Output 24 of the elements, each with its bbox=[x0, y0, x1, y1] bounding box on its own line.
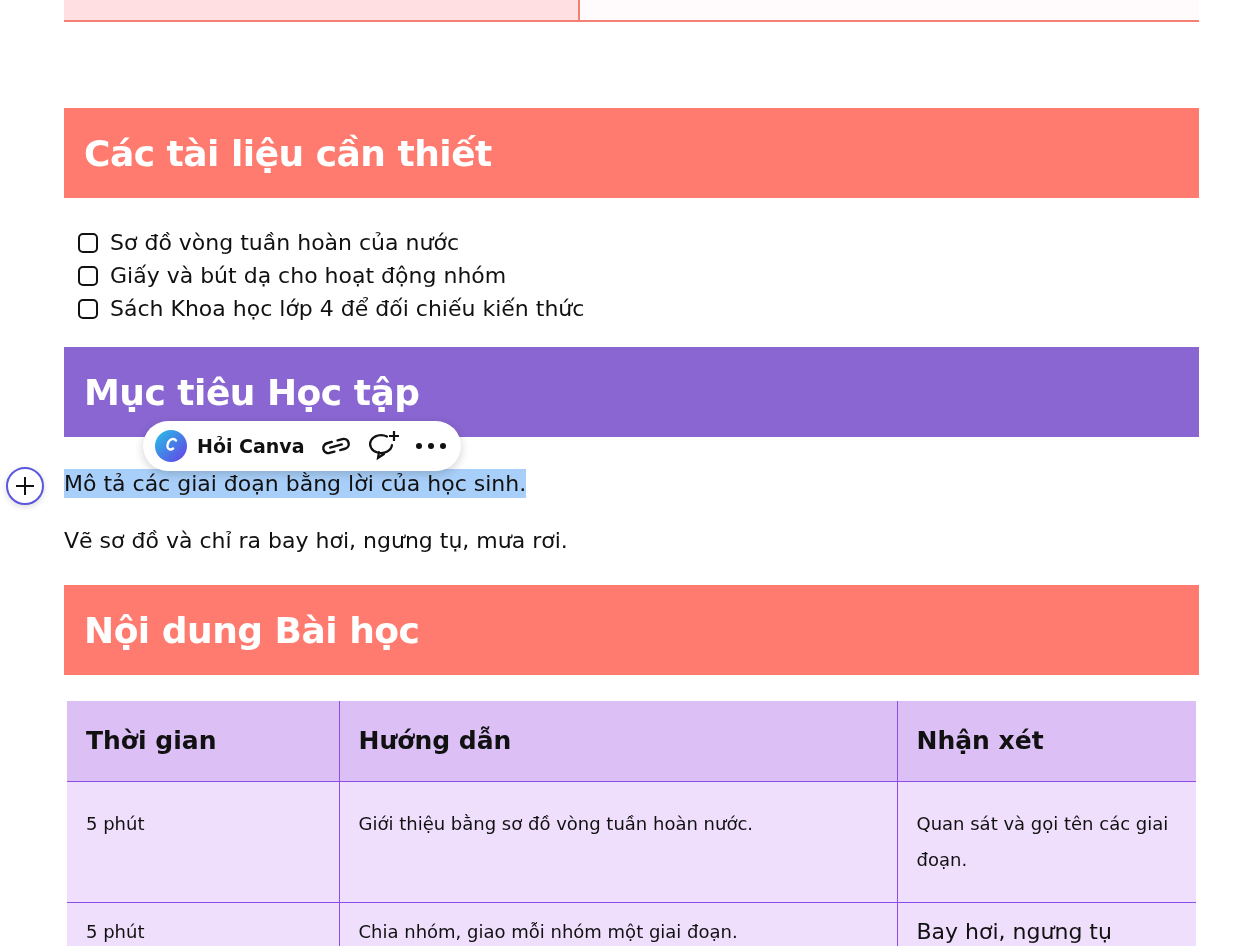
column-header: Hướng dẫn bbox=[339, 701, 897, 781]
table-cell: Bay hơi, ngưng tụ bbox=[897, 902, 1196, 946]
checklist-item: Sơ đồ vòng tuần hoàn của nước bbox=[110, 230, 459, 255]
paragraph: Mô tả các giai đoạn bằng lời của học sinh. bbox=[64, 469, 527, 498]
column-header: Thời gian bbox=[67, 701, 339, 781]
add-comment-icon[interactable] bbox=[366, 430, 401, 462]
section-heading: Các tài liệu cần thiết bbox=[64, 108, 1199, 198]
add-icon[interactable] bbox=[6, 467, 44, 505]
table-cell: Quan sát và gọi tên các giai đoạn. bbox=[897, 781, 1196, 902]
table-cell: 5 phút bbox=[67, 902, 339, 946]
column-header: Nhận xét bbox=[897, 701, 1196, 781]
section-heading: Mục tiêu Học tập bbox=[64, 347, 1199, 437]
section-heading: Nội dung Bài học bbox=[64, 585, 1199, 675]
checklist-item: Giấy và bút dạ cho hoạt động nhóm bbox=[110, 263, 507, 288]
checklist-item: Sách Khoa học lớp 4 để đối chiếu kiến thức bbox=[110, 296, 585, 321]
paragraph: Vẽ sơ đồ và chỉ ra bay hơi, ngưng tụ, mưa rơi. bbox=[64, 527, 568, 555]
checkbox[interactable] bbox=[78, 232, 98, 253]
checkbox[interactable] bbox=[78, 265, 98, 286]
table-cell: Chia nhóm, giao mỗi nhóm một giai đoạn. bbox=[339, 902, 897, 946]
assistant-logo-icon bbox=[155, 430, 187, 462]
table-cell: Giới thiệu bằng sơ đồ vòng tuần hoàn nước. bbox=[339, 781, 897, 902]
table-cell: 5 phút bbox=[67, 781, 339, 902]
checkbox[interactable] bbox=[78, 298, 98, 319]
more-icon[interactable] bbox=[414, 442, 447, 450]
